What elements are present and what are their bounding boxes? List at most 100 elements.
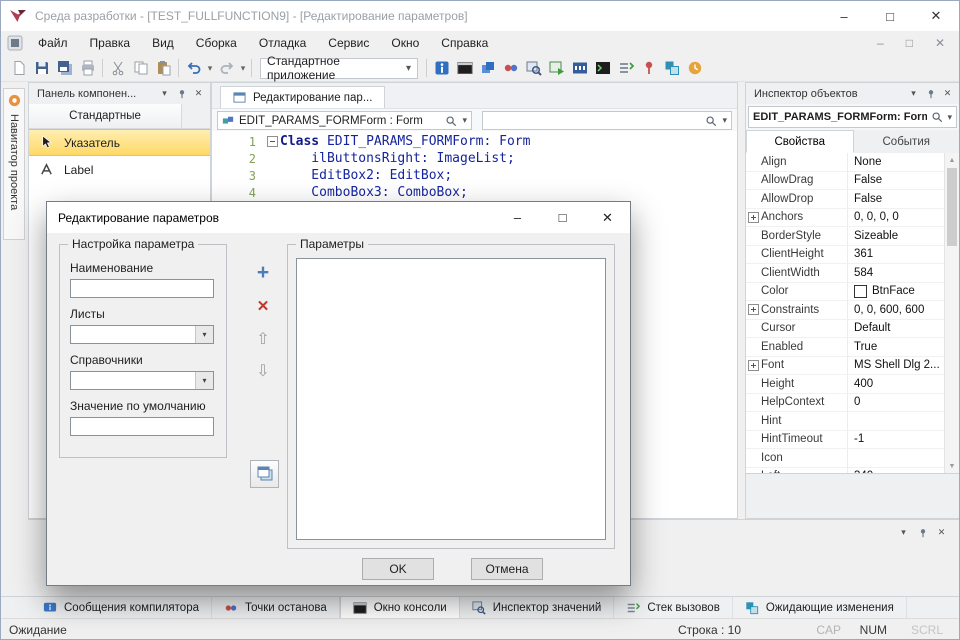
- property-value[interactable]: False: [848, 174, 959, 186]
- search-icon[interactable]: [705, 115, 717, 127]
- bottom-tab[interactable]: Сообщения компилятора: [31, 597, 212, 618]
- component-item[interactable]: Указатель: [29, 129, 210, 156]
- panel-close-icon[interactable]: ✕: [940, 88, 955, 99]
- info-window-button[interactable]: [430, 57, 453, 79]
- scroll-up-icon[interactable]: ▲: [945, 153, 959, 167]
- property-value[interactable]: MS Shell Dlg 2...: [848, 359, 959, 371]
- property-row[interactable]: Hint: [746, 412, 959, 431]
- property-value[interactable]: 400: [848, 378, 959, 390]
- expand-icon[interactable]: [748, 304, 759, 315]
- property-value[interactable]: True: [848, 341, 959, 353]
- console-window-button[interactable]: [453, 57, 476, 79]
- component-list-button[interactable]: [476, 57, 499, 79]
- tab-properties[interactable]: Свойства: [746, 130, 854, 153]
- property-row[interactable]: Constraints0, 0, 600, 600: [746, 301, 959, 320]
- property-row[interactable]: AlignNone: [746, 153, 959, 172]
- component-item[interactable]: Label: [29, 156, 210, 183]
- move-down-button[interactable]: ⇩: [252, 360, 274, 382]
- code-line[interactable]: 2 ilButtonsRight: ImageList;: [212, 150, 737, 167]
- property-row[interactable]: Height400: [746, 375, 959, 394]
- property-row[interactable]: CursorDefault: [746, 320, 959, 339]
- pin-button[interactable]: [637, 57, 660, 79]
- property-row[interactable]: BorderStyleSizeable: [746, 227, 959, 246]
- inspected-object-select[interactable]: EDIT_PARAMS_FORMForm: Form ▾: [748, 106, 957, 128]
- paste-button[interactable]: [152, 57, 175, 79]
- pin-icon[interactable]: [174, 89, 189, 99]
- menu-item[interactable]: Правка: [79, 31, 142, 55]
- field-input[interactable]: [70, 279, 214, 298]
- property-value[interactable]: -1: [848, 433, 959, 445]
- property-row[interactable]: ClientHeight361: [746, 246, 959, 265]
- dialog-minimize-button[interactable]: –: [495, 202, 540, 233]
- form-preview-button[interactable]: [250, 460, 279, 488]
- new-file-button[interactable]: [7, 57, 30, 79]
- editor-search-input[interactable]: [487, 113, 700, 129]
- search-icon[interactable]: [445, 115, 457, 127]
- field-input[interactable]: [70, 417, 214, 436]
- code-line[interactable]: 3 EditBox2: EditBox;: [212, 167, 737, 184]
- property-row[interactable]: Anchors0, 0, 0, 0: [746, 209, 959, 228]
- pending-changes-button[interactable]: [660, 57, 683, 79]
- history-button[interactable]: [683, 57, 706, 79]
- menu-item[interactable]: Окно: [380, 31, 430, 55]
- move-up-button[interactable]: ⇧: [252, 328, 274, 350]
- property-value[interactable]: 0, 0, 600, 600: [848, 304, 959, 316]
- menu-item[interactable]: Сервис: [317, 31, 380, 55]
- mdi-restore-button[interactable]: □: [906, 36, 913, 50]
- minimize-button[interactable]: –: [821, 1, 867, 31]
- menu-item[interactable]: Файл: [27, 31, 79, 55]
- property-row[interactable]: Icon: [746, 449, 959, 468]
- cancel-button[interactable]: Отмена: [471, 558, 543, 580]
- property-value[interactable]: 361: [848, 248, 959, 260]
- save-all-button[interactable]: [53, 57, 76, 79]
- combo-dropdown-icon[interactable]: ▾: [195, 372, 213, 389]
- fold-collapse-icon[interactable]: [267, 136, 278, 147]
- panel-close-icon[interactable]: ✕: [934, 527, 949, 538]
- delete-parameter-button[interactable]: ✕: [252, 295, 274, 317]
- menu-item[interactable]: Справка: [430, 31, 499, 55]
- panel-menu-icon[interactable]: ▾: [157, 88, 172, 99]
- bottom-tab[interactable]: Ожидающие изменения: [733, 597, 907, 618]
- configuration-select[interactable]: Стандартное приложение ▾: [260, 58, 418, 79]
- call-stack-button[interactable]: [614, 57, 637, 79]
- panel-menu-icon[interactable]: ▾: [896, 527, 911, 538]
- tab-events[interactable]: События: [854, 130, 960, 153]
- property-value[interactable]: 0, 0, 0, 0: [848, 211, 959, 223]
- symbol-select[interactable]: EDIT_PARAMS_FORMForm : Form ▾: [217, 111, 472, 130]
- bottom-tab[interactable]: Точки останова: [212, 597, 340, 618]
- property-value[interactable]: False: [848, 193, 959, 205]
- mdi-close-button[interactable]: ✕: [935, 36, 945, 50]
- copy-button[interactable]: [129, 57, 152, 79]
- add-parameter-button[interactable]: +: [252, 262, 274, 284]
- scrollbar-thumb[interactable]: [947, 168, 957, 246]
- expand-icon[interactable]: [748, 212, 759, 223]
- bottom-tab[interactable]: Окно консоли: [340, 597, 460, 618]
- dialog-close-button[interactable]: ✕: [585, 202, 630, 233]
- expand-icon[interactable]: [748, 360, 759, 371]
- pin-icon[interactable]: [915, 528, 930, 538]
- property-value[interactable]: None: [848, 156, 959, 168]
- property-value[interactable]: BtnFace: [848, 285, 959, 298]
- property-value[interactable]: 584: [848, 267, 959, 279]
- project-navigator-tab[interactable]: Навигатор проекта: [3, 88, 25, 240]
- inspector-scrollbar[interactable]: ▲ ▼: [944, 153, 959, 473]
- dotnet-button[interactable]: [568, 57, 591, 79]
- property-row[interactable]: ClientWidth584: [746, 264, 959, 283]
- breakpoints-button[interactable]: [499, 57, 522, 79]
- bottom-tab[interactable]: Инспектор значений: [460, 597, 615, 618]
- maximize-button[interactable]: □: [867, 1, 913, 31]
- property-row[interactable]: AllowDragFalse: [746, 172, 959, 191]
- scroll-down-icon[interactable]: ▼: [945, 459, 959, 473]
- combo-dropdown-icon[interactable]: ▾: [195, 326, 213, 343]
- property-row[interactable]: FontMS Shell Dlg 2...: [746, 357, 959, 376]
- output-console-button[interactable]: [591, 57, 614, 79]
- mdi-minimize-button[interactable]: –: [877, 36, 884, 50]
- panel-menu-icon[interactable]: ▾: [906, 88, 921, 99]
- field-combo[interactable]: ▾: [70, 371, 214, 390]
- property-value[interactable]: 0: [848, 396, 959, 408]
- property-row[interactable]: AllowDropFalse: [746, 190, 959, 209]
- cut-button[interactable]: [106, 57, 129, 79]
- ok-button[interactable]: OK: [362, 558, 434, 580]
- property-row[interactable]: HelpContext0: [746, 394, 959, 413]
- editor-tab[interactable]: Редактирование пар...: [220, 86, 385, 108]
